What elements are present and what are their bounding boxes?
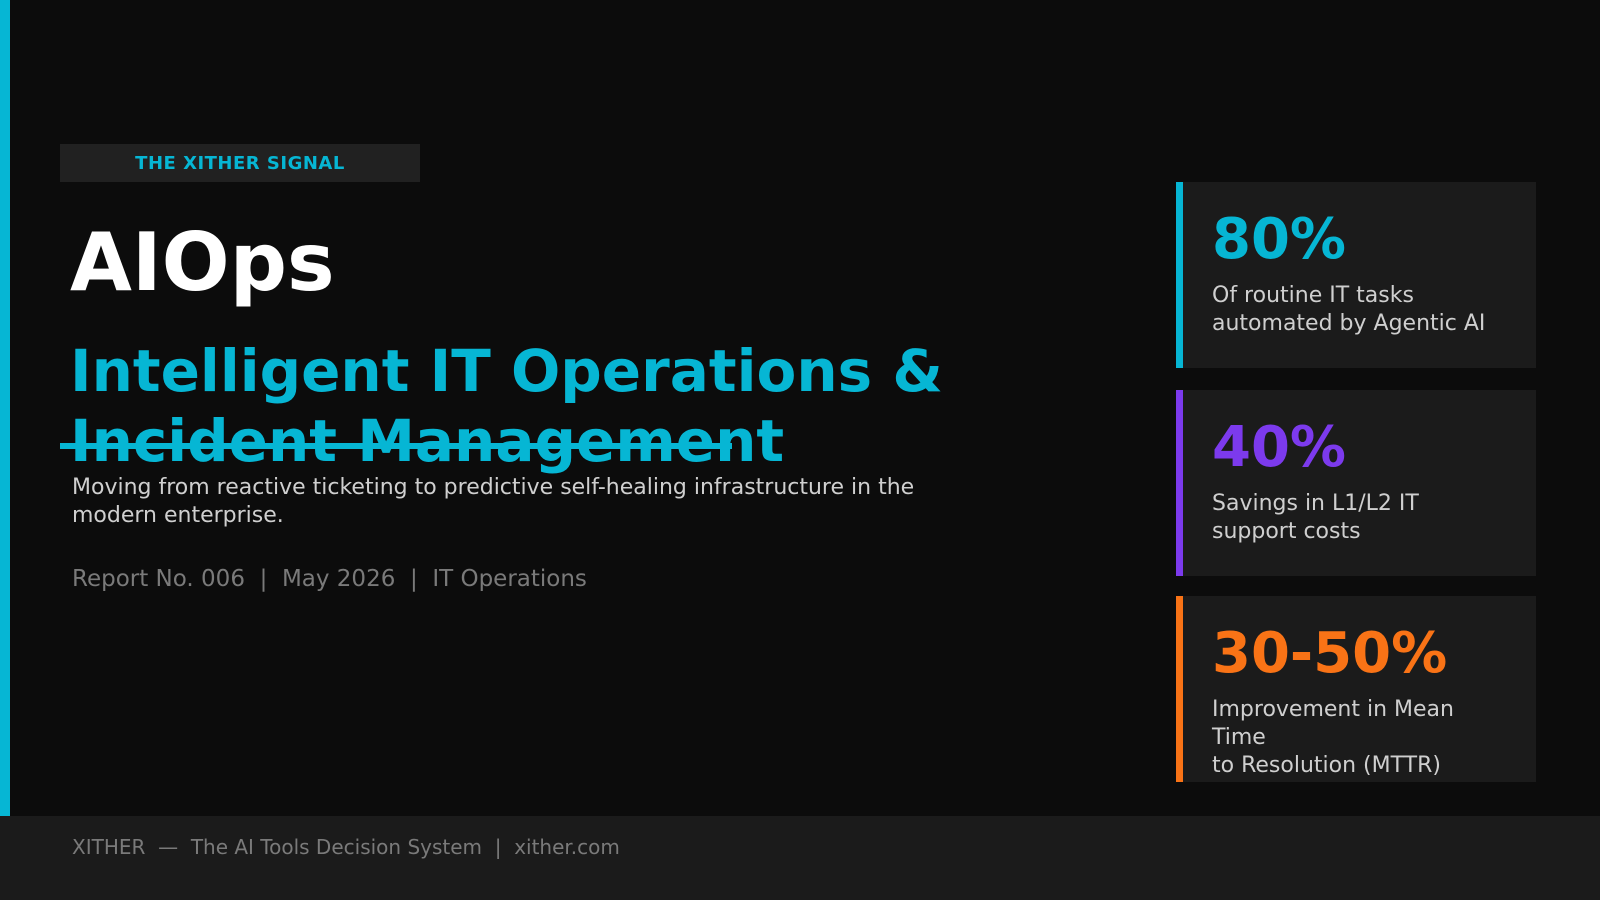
title-divider <box>60 443 732 449</box>
page-subtitle: Intelligent IT Operations & Incident Man… <box>70 337 943 475</box>
stat-value: 40% <box>1212 415 1347 480</box>
report-cover: THE XITHER SIGNAL AIOps Intelligent IT O… <box>0 0 1600 900</box>
stat-label: Of routine IT tasks automated by Agentic… <box>1212 283 1486 336</box>
stat-value: 30-50% <box>1212 621 1448 686</box>
stat-card-automation: 80% Of routine IT tasks automated by Age… <box>1176 182 1536 368</box>
stat-card-mttr: 30-50% Improvement in Mean Time to Resol… <box>1176 596 1536 782</box>
footer-bar: XITHER — The AI Tools Decision System | … <box>0 816 1600 900</box>
left-accent-bar <box>0 0 10 816</box>
report-description: Moving from reactive ticketing to predic… <box>72 475 915 528</box>
footer-text: XITHER — The AI Tools Decision System | … <box>72 835 620 859</box>
stat-label: Savings in L1/L2 IT support costs <box>1212 491 1419 544</box>
report-meta: Report No. 006 | May 2026 | IT Operation… <box>72 566 587 592</box>
stat-label: Improvement in Mean Time to Resolution (… <box>1212 697 1454 778</box>
stat-value: 80% <box>1212 207 1347 272</box>
page-title: AIOps <box>70 216 335 309</box>
publication-badge: THE XITHER SIGNAL <box>60 144 420 182</box>
stat-card-savings: 40% Savings in L1/L2 IT support costs <box>1176 390 1536 576</box>
